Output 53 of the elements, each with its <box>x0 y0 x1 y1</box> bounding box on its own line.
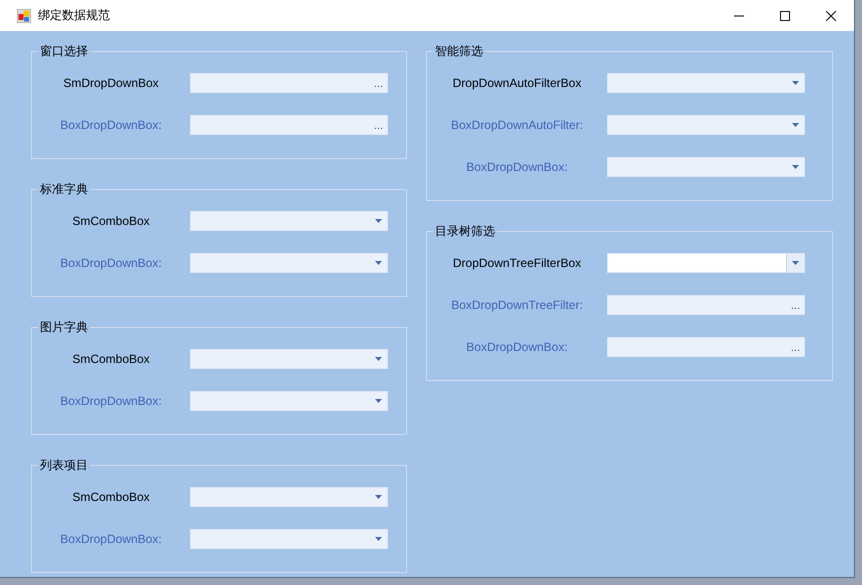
dropdown-field[interactable] <box>190 391 388 411</box>
dropdown-field[interactable] <box>607 115 805 135</box>
group-title: 智能筛选 <box>434 43 484 60</box>
field-label: BoxDropDownBox: <box>466 160 568 174</box>
caret-icon <box>374 537 382 541</box>
field-label: SmDropDownBox <box>63 76 159 90</box>
field-label: DropDownTreeFilterBox <box>452 256 582 270</box>
field-label: BoxDropDownTreeFilter: <box>451 298 583 312</box>
caret-icon <box>374 357 382 361</box>
dropdown-field[interactable] <box>190 211 388 231</box>
dropdown-field[interactable] <box>607 157 805 177</box>
field-label: SmComboBox <box>72 490 150 504</box>
ellipsis-button[interactable]: ... <box>786 296 804 314</box>
dropdown-field[interactable] <box>190 349 388 369</box>
field-label: BoxDropDownAutoFilter: <box>450 118 584 132</box>
caret-icon <box>792 123 798 127</box>
dropdown-field[interactable]: ... <box>190 115 388 135</box>
field-label: DropDownAutoFilterBox <box>452 76 582 90</box>
caret-icon <box>374 495 382 499</box>
window-title: 绑定数据规范 <box>38 7 110 24</box>
group-title: 窗口选择 <box>39 43 89 60</box>
field-label: BoxDropDownBox: <box>60 118 162 132</box>
field-label: SmComboBox <box>72 214 150 228</box>
group-title: 列表项目 <box>39 457 89 474</box>
ellipsis-button[interactable]: ... <box>786 338 804 356</box>
dropdown-field[interactable] <box>607 73 805 93</box>
field-label: BoxDropDownBox: <box>466 340 568 354</box>
ellipsis-button[interactable]: ... <box>370 74 387 92</box>
field-label: BoxDropDownBox: <box>60 532 162 546</box>
group-title: 标准字典 <box>39 181 89 198</box>
caret-icon <box>792 81 798 85</box>
group-title: 图片字典 <box>39 319 89 336</box>
dropdown-field[interactable]: ... <box>607 295 805 315</box>
field-label: BoxDropDownBox: <box>60 256 162 270</box>
dropdown-field[interactable] <box>190 487 388 507</box>
field-label: BoxDropDownBox: <box>60 394 162 408</box>
dropdown-button[interactable] <box>786 254 804 272</box>
caret-icon <box>374 399 382 403</box>
group-title: 目录树筛选 <box>434 223 496 240</box>
close-icon <box>826 10 836 20</box>
maximize-icon <box>780 10 790 20</box>
dropdown-field[interactable] <box>190 253 388 273</box>
field-label: SmComboBox <box>72 352 150 366</box>
caret-icon <box>374 261 382 265</box>
dropdown-field[interactable]: ... <box>607 337 805 357</box>
dropdown-field[interactable] <box>607 253 805 273</box>
caret-icon <box>792 261 799 265</box>
caret-icon <box>374 219 382 223</box>
dropdown-field[interactable]: ... <box>190 73 388 93</box>
caret-icon <box>792 165 798 169</box>
app-icon <box>17 8 31 22</box>
dropdown-field[interactable] <box>190 529 388 549</box>
ellipsis-button[interactable]: ... <box>370 116 387 134</box>
